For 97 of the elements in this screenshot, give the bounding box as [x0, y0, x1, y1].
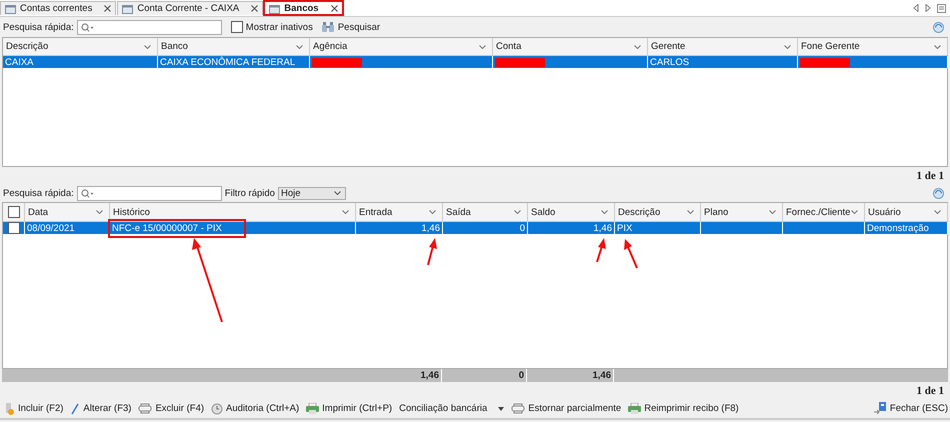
caret-icon [96, 210, 103, 214]
toolbar-button[interactable]: Excluir (F4) [136, 403, 206, 414]
total-value: 0 [518, 370, 524, 381]
close-icon[interactable] [104, 5, 112, 12]
caret-icon [934, 44, 941, 48]
tray-icon [511, 403, 526, 414]
column-header[interactable]: Conta [493, 38, 648, 55]
column-header[interactable]: Saída [443, 203, 528, 221]
table-cell: PIX [617, 222, 632, 234]
tab[interactable]: Bancos [264, 1, 343, 15]
binoculars-icon [320, 21, 335, 33]
total-value: 1,46 [592, 370, 611, 381]
caret-icon [514, 210, 521, 214]
refresh-icon[interactable] [932, 20, 945, 34]
scroll-left-icon[interactable] [913, 4, 919, 12]
annotation-arrow [624, 239, 638, 268]
column-header[interactable]: Plano [701, 203, 783, 221]
table-cell: 0 [520, 222, 525, 234]
page-indicator: 1 de 1 [916, 384, 944, 396]
caret-icon [342, 210, 349, 214]
column-header[interactable]: Fone Gerente [798, 38, 948, 55]
caret-icon [934, 210, 941, 214]
checkbox[interactable] [230, 21, 243, 33]
close-icon[interactable] [251, 5, 258, 12]
caret-icon [296, 44, 303, 48]
search-icon [80, 22, 94, 32]
caret-icon [634, 44, 641, 48]
column-header[interactable]: Banco [158, 38, 310, 55]
page-indicator: 1 de 1 [916, 170, 944, 182]
search-label: Pesquisa rápida: [3, 22, 74, 32]
search-icon [80, 188, 94, 198]
toolbar-button[interactable]: Estornar parcialmente [509, 403, 624, 414]
redaction-mark [495, 58, 545, 66]
refresh-icon[interactable] [932, 186, 945, 200]
caret-icon [769, 210, 776, 214]
add-icon [5, 402, 15, 414]
column-header[interactable]: Data [25, 203, 110, 221]
printer-icon [628, 403, 642, 414]
caret-icon [851, 210, 858, 214]
column-header[interactable]: Entrada [356, 203, 443, 221]
checkbox[interactable] [8, 206, 20, 218]
tray-icon [138, 403, 152, 414]
checkbox[interactable] [8, 222, 20, 234]
search-label: Pesquisa rápida: [3, 188, 74, 198]
scroll-right-icon[interactable] [925, 4, 931, 12]
toolbar-button[interactable]: Alterar (F3) [68, 402, 134, 414]
list-icon[interactable] [937, 4, 946, 12]
tab[interactable]: Conta Corrente - CAIXA [117, 1, 264, 15]
pencil-icon [70, 402, 80, 414]
toolbar-button[interactable]: Conciliação bancária [397, 403, 506, 414]
column-header[interactable]: Gerente [648, 38, 798, 55]
exit-icon [874, 402, 887, 415]
redaction-mark [800, 58, 850, 66]
search-button[interactable]: Pesquisar [318, 21, 382, 33]
toolbar-button[interactable]: Incluir (F2) [3, 402, 66, 414]
toolbar-button[interactable]: Auditoria (Ctrl+A) [209, 402, 302, 414]
caret-icon [144, 44, 151, 48]
caret-icon [687, 210, 694, 214]
table-cell: 1,46 [594, 222, 612, 234]
printer-icon [306, 403, 320, 414]
close-icon[interactable] [330, 5, 338, 12]
window-icon [122, 4, 134, 14]
toolbar-button[interactable]: Imprimir (Ctrl+P) [304, 403, 394, 414]
caret-icon [784, 44, 791, 48]
caret-icon [601, 210, 608, 214]
column-header[interactable]: Usuário [865, 203, 948, 221]
annotation-arrow [427, 238, 437, 266]
window-icon [5, 4, 16, 14]
column-header[interactable]: Fornec./Cliente [783, 203, 865, 221]
window-icon [269, 4, 280, 14]
column-header[interactable]: Saldo [528, 203, 615, 221]
checkbox-label: Mostrar inativos [246, 22, 313, 32]
clock-icon [211, 402, 224, 414]
toolbar-button[interactable]: Reimprimir recibo (F8) [626, 403, 741, 414]
table-cell: 08/09/2021 [27, 222, 75, 234]
table-cell: Demonstração [867, 222, 929, 234]
caret-icon [429, 210, 436, 214]
column-header[interactable]: Descrição [3, 38, 158, 55]
redaction-mark [312, 58, 362, 66]
column-header[interactable]: Descrição [615, 203, 701, 221]
tab[interactable]: Contas correntes [0, 1, 116, 15]
close-button[interactable]: Fechar (ESC) [872, 402, 950, 415]
table-cell: CAIXA [5, 56, 34, 68]
search-field[interactable] [76, 186, 222, 200]
caret-icon [479, 44, 486, 48]
caret-icon [334, 191, 341, 195]
annotation-arrow [596, 238, 606, 262]
filter-label: Filtro rápido [224, 188, 275, 198]
column-header[interactable]: Agência [310, 38, 493, 55]
total-value: 1,46 [420, 370, 439, 381]
filter-dropdown[interactable]: Hoje [278, 186, 346, 200]
table-cell: CAIXA ECONÔMICA FEDERAL [160, 56, 296, 68]
table-cell: 1,46 [422, 222, 440, 234]
search-field[interactable] [76, 20, 222, 34]
table-cell: CARLOS [650, 56, 690, 68]
column-header[interactable]: Histórico [110, 203, 356, 221]
caret-icon [498, 406, 504, 410]
